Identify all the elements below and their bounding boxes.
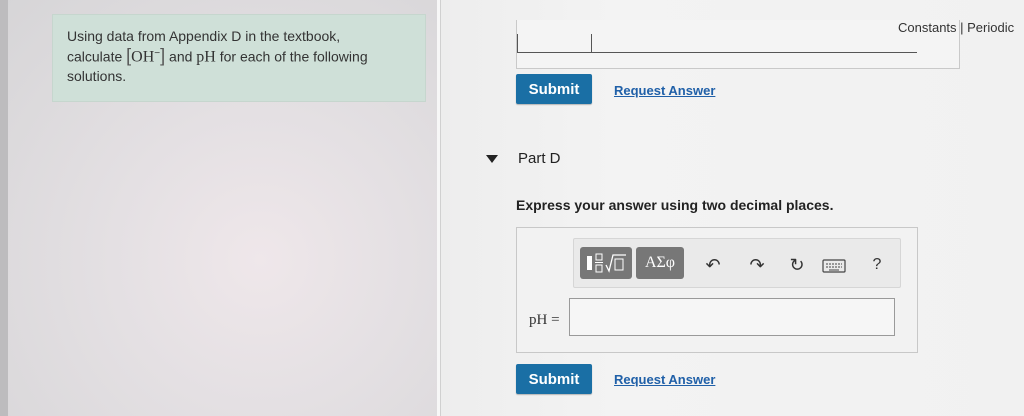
undo-icon[interactable]: ↶ xyxy=(702,255,724,276)
part-d-request-answer-link[interactable]: Request Answer xyxy=(614,372,715,387)
problem-line-3: solutions. xyxy=(67,67,127,84)
reset-icon[interactable]: ↻ xyxy=(786,255,808,276)
part-d-header[interactable]: Part D xyxy=(486,150,561,167)
problem-statement: Using data from Appendix D in the textbo… xyxy=(67,27,417,85)
part-c-submit-button[interactable]: Submit xyxy=(516,74,592,104)
keyboard-glyph xyxy=(822,259,846,273)
previous-answer-panel xyxy=(516,20,960,69)
problem-text-following: for each of the following xyxy=(219,48,368,65)
ph-symbol: pH xyxy=(196,48,216,66)
panel-divider xyxy=(437,0,440,416)
hydroxide-formula: OH xyxy=(131,48,155,66)
answer-label: pH = xyxy=(529,312,560,328)
constants-periodic-link[interactable]: Constants | Periodic xyxy=(898,20,1014,35)
problem-line-1: Using data from Appendix D in the textbo… xyxy=(67,28,341,44)
symbols-button[interactable]: ΑΣφ xyxy=(636,247,684,279)
answer-panel: ΑΣφ ↶ ↷ ↻ ? pH = xyxy=(516,227,918,353)
left-edge xyxy=(0,0,8,416)
part-c-request-answer-link[interactable]: Request Answer xyxy=(614,83,715,98)
part-d-instruction: Express your answer using two decimal pl… xyxy=(516,197,834,213)
redo-icon[interactable]: ↷ xyxy=(746,255,768,276)
right-bracket: ] xyxy=(160,45,166,66)
part-d-title: Part D xyxy=(518,150,561,167)
fraction-sqrt-icon xyxy=(587,253,626,273)
previous-answer-field xyxy=(517,20,917,53)
problem-text-and: and xyxy=(169,48,193,65)
part-d-submit-button[interactable]: Submit xyxy=(516,364,592,394)
problem-statement-box: Using data from Appendix D in the textbo… xyxy=(52,14,426,102)
math-toolbar: ΑΣφ ↶ ↷ ↻ ? xyxy=(573,238,901,288)
collapse-triangle-icon[interactable] xyxy=(486,154,498,163)
template-button[interactable] xyxy=(580,247,632,279)
keyboard-icon[interactable] xyxy=(822,259,846,278)
help-button[interactable]: ? xyxy=(866,256,888,274)
problem-text-calculate: calculate xyxy=(67,48,123,65)
ph-answer-input[interactable] xyxy=(569,298,895,336)
